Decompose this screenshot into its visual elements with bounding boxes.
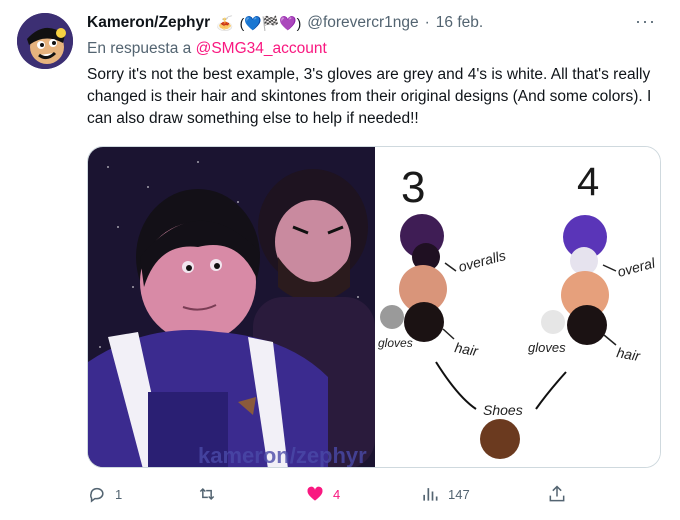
ref-3-number: 3	[401, 163, 425, 212]
swatch-shoes	[480, 419, 520, 459]
tweet-text: Sorry it's not the best example, 3's glo…	[87, 66, 652, 127]
avatar-image	[17, 13, 73, 69]
reply-mention-link[interactable]: @SMG34_account	[196, 40, 327, 57]
reply-prefix: En respuesta a	[87, 40, 192, 57]
swatch-4-gloves	[541, 310, 565, 334]
like-count: 4	[333, 486, 341, 502]
display-name[interactable]: Kameron/Zephyr	[87, 14, 210, 32]
reply-context: En respuesta a @SMG34_account	[87, 40, 327, 58]
more-horizontal-icon[interactable]: ···	[635, 11, 656, 32]
media-image: kameron/zephyr 3 4 overalls gloves hair …	[88, 147, 660, 468]
reply-icon	[90, 487, 104, 503]
label-3-gloves: gloves	[378, 336, 413, 350]
tweet-header: Kameron/Zephyr 🍝 (💙🏁💜) @forevercr1nge · …	[87, 14, 483, 32]
views-icon	[423, 488, 438, 501]
name-emoji-food: 🍝	[216, 14, 234, 31]
views-count: 147	[448, 486, 470, 502]
label-4-gloves: gloves	[528, 340, 566, 355]
separator: ·	[424, 14, 430, 31]
ref-4-number: 4	[577, 160, 599, 204]
share-icon	[549, 485, 565, 502]
retweet-button[interactable]	[197, 484, 225, 504]
retweet-icon	[199, 487, 215, 501]
reply-button[interactable]: 1	[87, 484, 122, 504]
views-button[interactable]: 147	[420, 484, 470, 504]
timestamp[interactable]: 16 feb.	[436, 14, 483, 32]
swatch-3-gloves	[380, 305, 404, 329]
tweet-media[interactable]: kameron/zephyr 3 4 overalls gloves hair …	[87, 146, 661, 468]
heart-icon	[307, 486, 323, 501]
watermark-text: kameron/zephyr	[198, 443, 367, 468]
name-emoji-hearts: (💙🏁💜)	[239, 14, 302, 31]
swatch-4-hair	[567, 305, 607, 345]
reply-count: 1	[115, 486, 123, 502]
swatch-4-overalls-light	[570, 247, 598, 275]
tweet-actions: 1 4 147	[87, 484, 667, 506]
label-shoes: Shoes	[483, 402, 523, 418]
like-button[interactable]: 4	[305, 484, 340, 504]
handle[interactable]: @forevercr1nge	[307, 14, 418, 32]
share-button[interactable]	[547, 484, 567, 504]
avatar[interactable]	[17, 13, 73, 69]
